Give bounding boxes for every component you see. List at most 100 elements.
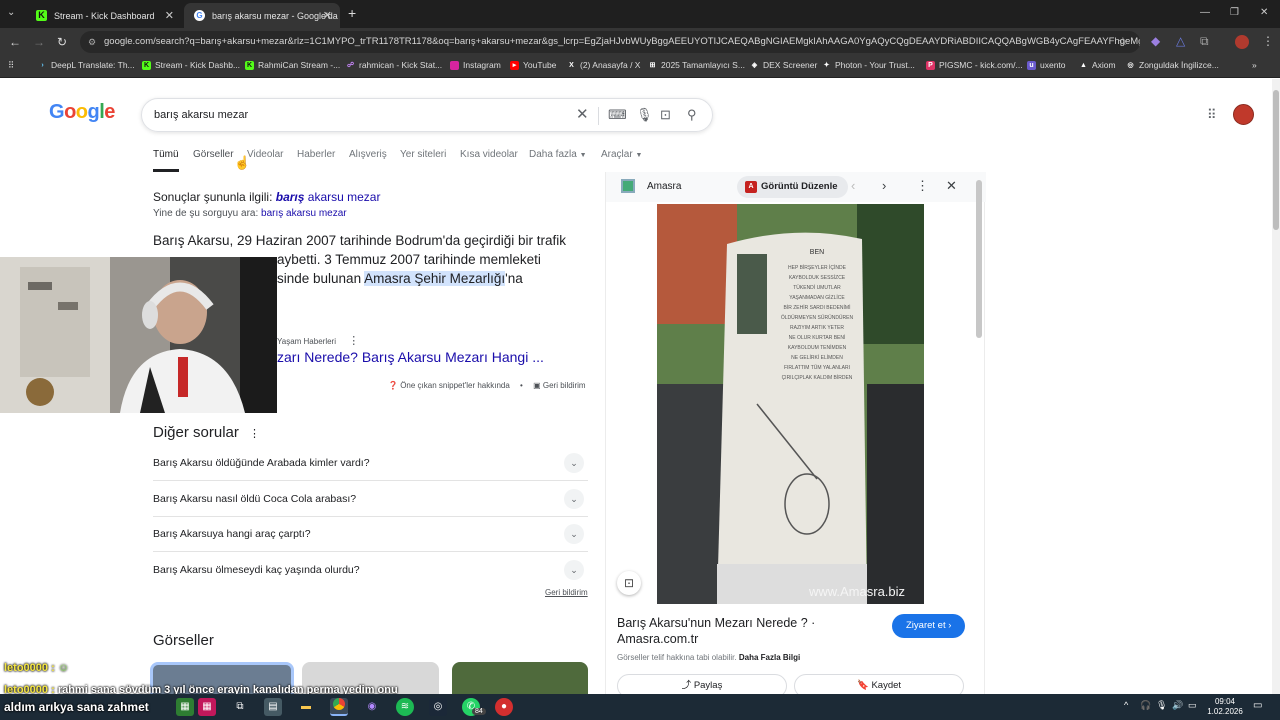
- steam-icon[interactable]: ◎: [429, 698, 447, 716]
- task-view-icon[interactable]: ⧉: [231, 698, 249, 716]
- back-icon[interactable]: ←: [9, 35, 21, 49]
- tab-all[interactable]: Tümü: [153, 149, 179, 172]
- bookmark-item[interactable]: ⊞ 2025 Tamamlayıcı S...: [648, 60, 745, 70]
- speaker-icon[interactable]: 🔊: [1172, 700, 1183, 711]
- preview-image[interactable]: BEN HEP BİRŞEYLER İÇİNDE KAYBOLDUK SESSİ…: [657, 204, 924, 604]
- new-tab-button[interactable]: +: [348, 5, 356, 21]
- close-tab-icon[interactable]: ✕: [165, 9, 174, 22]
- bookmark-star-icon[interactable]: ☆: [1118, 35, 1128, 48]
- corrected-query-bold[interactable]: barış: [276, 190, 305, 204]
- search-icon[interactable]: ⚲: [687, 107, 697, 123]
- feedback-link[interactable]: Geri bildirim: [545, 588, 588, 597]
- tab-tools[interactable]: Araçlar ▼: [601, 149, 642, 160]
- chrome-icon[interactable]: [330, 698, 348, 716]
- taskbar-app-icon[interactable]: ▦: [198, 698, 216, 716]
- close-window-icon[interactable]: ✕: [1260, 7, 1268, 18]
- snippet-highlight: Amasra Şehir Mezarlığı: [364, 271, 506, 286]
- tab-search-icon[interactable]: ⌄: [7, 7, 15, 18]
- lens-search-icon[interactable]: ⊡: [617, 571, 641, 595]
- restore-icon[interactable]: ❐: [1230, 7, 1239, 18]
- more-options-icon[interactable]: ⋮: [249, 428, 260, 440]
- site-name[interactable]: Amasra: [647, 181, 681, 192]
- search-input[interactable]: barış akarsu mezar: [154, 109, 248, 121]
- clear-icon[interactable]: ✕: [576, 105, 589, 123]
- file-explorer-icon[interactable]: ▬: [297, 698, 315, 716]
- tab-places[interactable]: Yer siteleri: [400, 149, 446, 160]
- avatar[interactable]: [1233, 104, 1254, 125]
- lens-icon[interactable]: ⊡: [660, 107, 671, 123]
- next-icon[interactable]: ›: [882, 178, 886, 193]
- previous-icon[interactable]: ‹: [851, 178, 855, 193]
- bookmark-item[interactable]: ▲ Axiom: [1079, 60, 1116, 70]
- extensions-puzzle-icon[interactable]: ⧉: [1200, 34, 1209, 49]
- minimize-icon[interactable]: —: [1200, 7, 1210, 18]
- apps-icon[interactable]: ⠿: [8, 60, 14, 71]
- more-options-icon[interactable]: ⋮: [348, 335, 359, 347]
- bookmark-item[interactable]: P PIGSMC - kick.com/...: [926, 60, 1023, 70]
- obs-icon[interactable]: ●: [495, 698, 513, 716]
- google-logo[interactable]: Google: [49, 101, 115, 124]
- tab-news[interactable]: Haberler: [297, 149, 335, 160]
- tab-kick-dashboard[interactable]: K Stream - Kick Dashboard ✕: [26, 3, 182, 28]
- tab-more[interactable]: Daha fazla ▼: [529, 149, 587, 160]
- tray-chevron-icon[interactable]: ^: [1124, 700, 1128, 710]
- extension-icon[interactable]: ◆: [1151, 34, 1160, 48]
- bookmark-item[interactable]: u uxento: [1027, 60, 1066, 70]
- microphone-icon[interactable]: 🎙: [1156, 700, 1167, 711]
- profile-avatar-icon[interactable]: [1235, 35, 1249, 49]
- paa-question[interactable]: Barış Akarsu nasıl öldü Coca Cola arabas…: [153, 482, 588, 517]
- bookmark-item[interactable]: ◎ Zonguldak İngilizce...: [1126, 60, 1218, 70]
- bookmark-item[interactable]: Instagram: [450, 60, 501, 70]
- image-source-title[interactable]: Barış Akarsu'nun Mezarı Nerede ? · Amasr…: [617, 615, 815, 647]
- microphone-icon[interactable]: 🎙: [636, 107, 653, 123]
- keyboard-icon[interactable]: ⌨: [608, 107, 627, 123]
- paa-question[interactable]: Barış Akarsuya hangi araç çarptı? ⌄: [153, 517, 588, 552]
- search-instead-link[interactable]: barış akarsu mezar: [261, 208, 347, 219]
- bookmark-item[interactable]: K RahmiCan Stream -...: [245, 60, 340, 70]
- search-box[interactable]: barış akarsu mezar ✕ ⌨ 🎙 ⊡ ⚲: [141, 98, 713, 132]
- corrected-query[interactable]: akarsu mezar: [304, 190, 381, 204]
- learn-more-link[interactable]: Daha Fazla Bilgi: [739, 653, 800, 662]
- bookmark-item[interactable]: › DeepL Translate: Th...: [38, 60, 134, 70]
- taskbar-app-icon[interactable]: ▦: [176, 698, 194, 716]
- extension-icon[interactable]: △: [1176, 34, 1185, 48]
- bookmark-item[interactable]: ✦ Photon - Your Trust...: [822, 60, 915, 70]
- more-options-icon[interactable]: ⋮: [916, 178, 929, 194]
- address-bar[interactable]: ⚙ google.com/search?q=barış+akarsu+mezar…: [80, 31, 1140, 53]
- headset-icon[interactable]: 🎧: [1140, 700, 1151, 711]
- feedback-link[interactable]: Geri bildirim: [543, 381, 586, 390]
- spotify-icon[interactable]: ≋: [396, 698, 414, 716]
- bookmark-item[interactable]: ◈ DEX Screener: [750, 60, 818, 70]
- bookmark-item[interactable]: ☍ rahmican - Kick Stat...: [346, 60, 442, 70]
- tab-videos[interactable]: Videolar: [247, 149, 284, 160]
- edit-image-button[interactable]: A Görüntü Düzenle: [737, 176, 848, 198]
- paa-question[interactable]: Barış Akarsu öldüğünde Arabada kimler va…: [153, 446, 588, 481]
- tab-google-search[interactable]: G barış akarsu mezar - Google'da ✕: [184, 3, 340, 28]
- visit-button[interactable]: Ziyaret et ›: [892, 614, 966, 638]
- image-thumbnail[interactable]: [452, 662, 588, 694]
- about-snippets-link[interactable]: Öne çıkan snippet'ler hakkında: [400, 381, 510, 390]
- result-title-link[interactable]: zarı Nerede? Barış Akarsu Mezarı Hangi .…: [277, 349, 544, 365]
- taskbar-app-icon[interactable]: ▤: [264, 698, 282, 716]
- site-info-icon[interactable]: ⚙: [88, 31, 96, 53]
- bookmark-item[interactable]: K Stream - Kick Dashb...: [142, 60, 240, 70]
- forward-icon[interactable]: →: [33, 35, 45, 49]
- reload-icon[interactable]: ↻: [57, 35, 67, 49]
- notification-icon[interactable]: ▭: [1253, 700, 1262, 711]
- paa-question[interactable]: Barış Akarsu ölmeseydi kaç yaşında olurd…: [153, 553, 588, 588]
- panel-scrollbar[interactable]: [976, 180, 982, 338]
- tab-images[interactable]: Görseller: [193, 149, 234, 160]
- taskbar-clock[interactable]: 09:04 1.02.2026: [1205, 697, 1245, 717]
- close-tab-icon[interactable]: ✕: [323, 9, 332, 22]
- more-bookmarks-icon[interactable]: »: [1252, 60, 1257, 70]
- page-scrollbar-thumb[interactable]: [1273, 90, 1279, 230]
- tab-short-videos[interactable]: Kısa videolar: [460, 149, 518, 160]
- network-icon[interactable]: ▭: [1188, 700, 1197, 711]
- menu-icon[interactable]: ⋮: [1262, 34, 1274, 48]
- google-apps-icon[interactable]: ⠿: [1207, 107, 1217, 123]
- tab-shopping[interactable]: Alışveriş: [349, 149, 387, 160]
- bookmark-item[interactable]: ▸ YouTube: [510, 60, 556, 70]
- bookmark-item[interactable]: X (2) Anasayfa / X: [567, 60, 640, 70]
- close-icon[interactable]: ✕: [946, 178, 957, 194]
- discord-icon[interactable]: ◉: [363, 698, 381, 716]
